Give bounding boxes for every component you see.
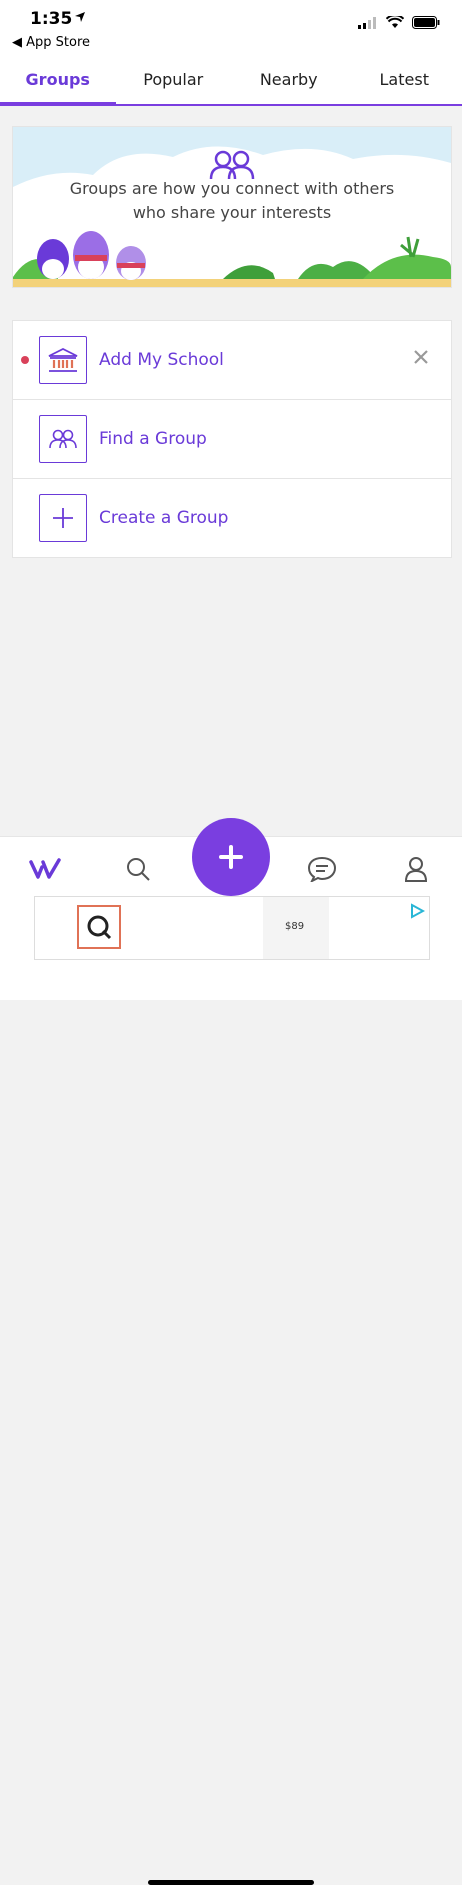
plus-icon — [39, 494, 87, 542]
notification-dot — [21, 356, 29, 364]
group-actions-list: Add My School Find a Group Create a Grou… — [12, 320, 452, 558]
ad-banner[interactable]: $89 — [34, 896, 430, 960]
adchoices-icon[interactable] — [409, 903, 425, 919]
tab-popular[interactable]: Popular — [116, 58, 232, 104]
ad-logo-icon — [77, 905, 121, 949]
profile-icon[interactable] — [396, 849, 436, 889]
battery-icon — [412, 16, 440, 29]
back-to-app-store-link[interactable]: ◀ App Store — [12, 35, 90, 50]
wifi-icon — [386, 16, 404, 29]
people-icon — [39, 415, 87, 463]
tab-latest[interactable]: Latest — [347, 58, 462, 104]
ad-area: $89 — [0, 896, 462, 1000]
home-logo-icon[interactable] — [26, 849, 66, 889]
top-tabs: Groups Popular Nearby Latest — [0, 58, 462, 106]
status-indicators — [358, 16, 440, 29]
banner-line-1: Groups are how you connect with others — [13, 177, 451, 201]
school-building-icon — [39, 336, 87, 384]
create-a-group-label: Create a Group — [99, 508, 228, 528]
create-a-group-row[interactable]: Create a Group — [13, 479, 451, 557]
status-bar: 1:35 ◀ App Store — [0, 0, 462, 58]
cellular-signal-icon — [358, 17, 378, 29]
find-a-group-row[interactable]: Find a Group — [13, 400, 451, 479]
home-indicator — [148, 1880, 314, 1885]
ad-price: $89 — [285, 921, 304, 932]
chat-icon[interactable] — [302, 849, 342, 889]
tab-groups[interactable]: Groups — [0, 58, 116, 104]
status-time: 1:35 — [30, 9, 72, 29]
tab-nearby[interactable]: Nearby — [231, 58, 347, 104]
search-icon[interactable] — [118, 849, 158, 889]
add-my-school-label: Add My School — [99, 350, 224, 370]
add-my-school-row[interactable]: Add My School — [13, 321, 451, 400]
banner-text: Groups are how you connect with others w… — [13, 177, 451, 225]
close-icon[interactable] — [413, 349, 429, 365]
groups-intro-banner: Groups are how you connect with others w… — [12, 126, 452, 288]
banner-line-2: who share your interests — [13, 201, 451, 225]
location-arrow-icon — [74, 11, 86, 23]
compose-plus-icon[interactable] — [192, 818, 270, 896]
find-a-group-label: Find a Group — [99, 429, 207, 449]
